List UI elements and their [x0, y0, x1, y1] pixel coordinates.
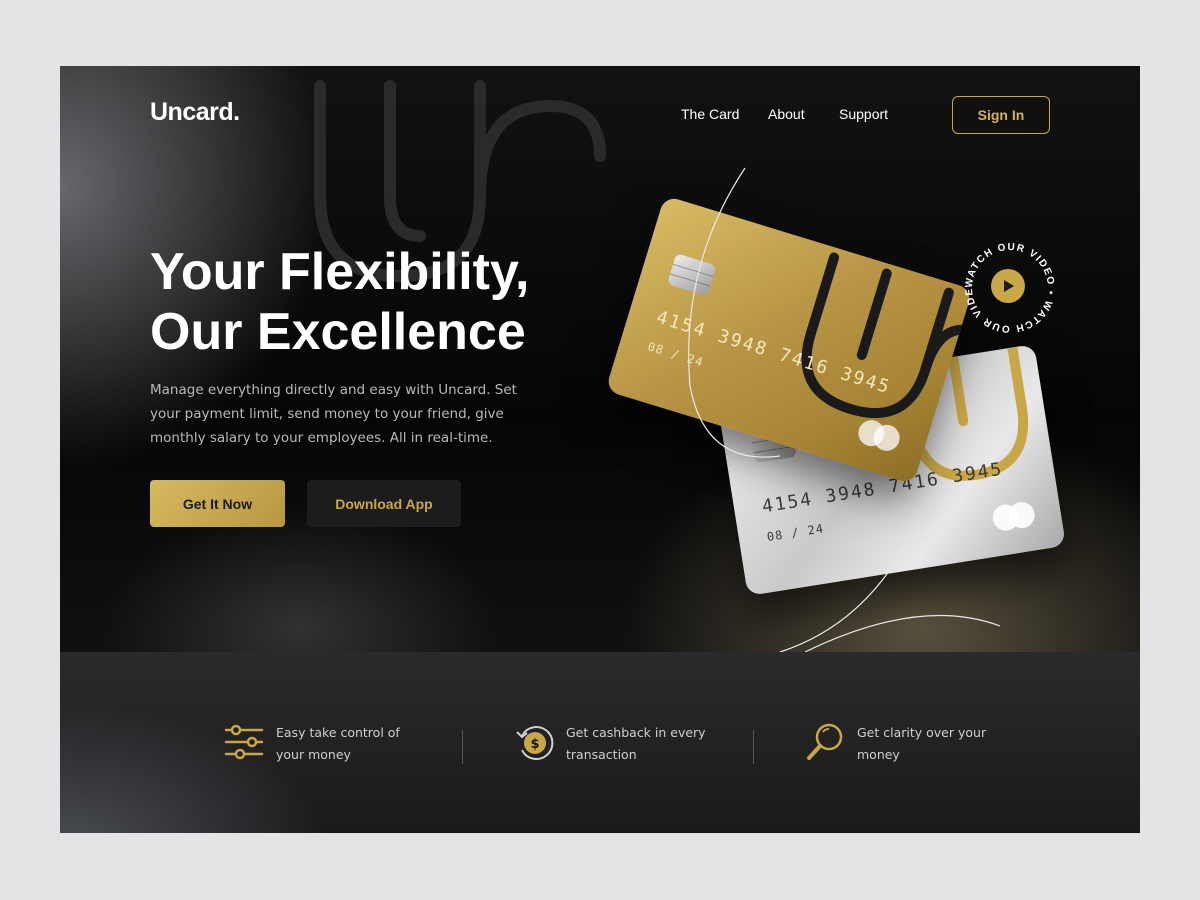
card-expiry: 08 / 24: [765, 521, 825, 545]
feature-clarity: Get clarity over your money: [805, 722, 997, 766]
hero-headline: Your Flexibility, Our Excellence: [150, 242, 620, 362]
get-it-now-button[interactable]: Get It Now: [150, 480, 285, 527]
feature-text: Get clarity over your money: [857, 725, 987, 762]
cashback-icon: $: [516, 726, 554, 760]
mastercard-icon: [990, 500, 1037, 533]
headline-line-2: Our Excellence: [150, 303, 526, 361]
magnifier-icon: [807, 723, 843, 760]
download-app-button[interactable]: Download App: [307, 480, 461, 527]
nav-link-about[interactable]: About: [768, 106, 805, 122]
sign-in-button[interactable]: Sign In: [952, 96, 1050, 134]
feature-control: Easy take control of your money: [224, 722, 416, 766]
landing-page: Uncard. The Card About Support Sign In Y…: [60, 66, 1140, 833]
watch-video-badge[interactable]: WATCH OUR VIDEO • WATCH OUR VIDEO •: [955, 230, 1060, 338]
hero-section: Uncard. The Card About Support Sign In Y…: [60, 66, 1140, 652]
feature-divider: [462, 730, 463, 764]
gold-credit-card: 4154 3948 7416 3945 08 / 24: [605, 195, 973, 485]
svg-text:$: $: [530, 737, 539, 752]
hero-description: Manage everything directly and easy with…: [150, 382, 517, 446]
feature-cashback: $ Get cashback in every transaction: [514, 722, 706, 766]
feature-divider: [753, 730, 754, 764]
feature-text: Get cashback in every transaction: [566, 725, 706, 762]
card-expiry: 08 / 24: [646, 339, 706, 370]
sliders-icon: [224, 724, 264, 760]
feature-text: Easy take control of your money: [276, 725, 400, 762]
nav-link-support[interactable]: Support: [839, 106, 888, 122]
nav-link-the-card[interactable]: The Card: [681, 106, 739, 122]
play-icon[interactable]: [991, 269, 1025, 303]
headline-line-1: Your Flexibility,: [150, 243, 530, 301]
card-chip-icon: [667, 253, 717, 297]
brand-logo[interactable]: Uncard.: [150, 98, 240, 127]
